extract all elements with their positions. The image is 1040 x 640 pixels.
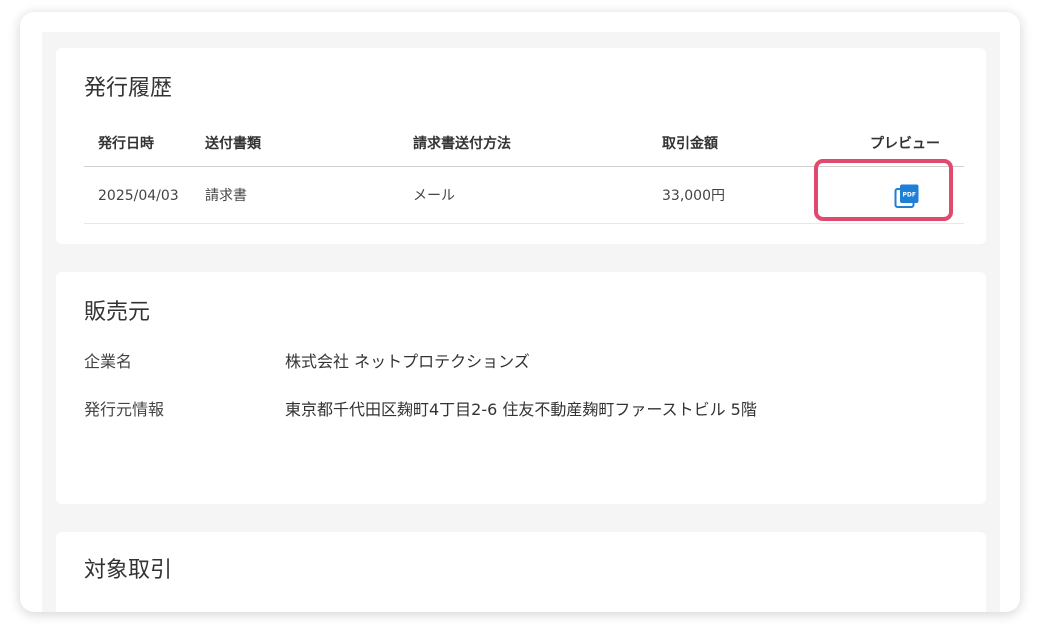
pdf-icon: PDF (894, 184, 919, 208)
window-frame: 発行履歴 発行日時 送付書類 請求書送付方法 取引金額 プレビュー 2025/0… (20, 12, 1020, 612)
cell-amount: 33,000円 (662, 188, 725, 204)
col-header-amount: 取引金額 (662, 136, 718, 152)
company-label: 企業名 (84, 352, 133, 371)
cell-date: 2025/04/03 (98, 188, 179, 204)
svg-text:PDF: PDF (902, 191, 915, 198)
history-table: 発行日時 送付書類 請求書送付方法 取引金額 プレビュー 2025/04/03 … (84, 128, 964, 224)
seller-card: 販売元 企業名 株式会社 ネットプロテクションズ 発行元情報 東京都千代田区麹町… (56, 272, 986, 504)
section-title-target: 対象取引 (84, 558, 173, 583)
table-header: 発行日時 送付書類 請求書送付方法 取引金額 プレビュー (84, 128, 964, 167)
col-header-method: 請求書送付方法 (413, 136, 511, 152)
col-header-preview: プレビュー (870, 136, 940, 152)
issuer-value: 東京都千代田区麹町4丁目2-6 住友不動産麹町ファーストビル 5階 (285, 400, 757, 419)
company-value: 株式会社 ネットプロテクションズ (285, 352, 530, 371)
target-transaction-card: 対象取引 (56, 532, 986, 612)
content-area: 発行履歴 発行日時 送付書類 請求書送付方法 取引金額 プレビュー 2025/0… (42, 32, 1000, 612)
issuer-label: 発行元情報 (84, 400, 165, 419)
issue-history-card: 発行履歴 発行日時 送付書類 請求書送付方法 取引金額 プレビュー 2025/0… (56, 48, 986, 244)
cell-document: 請求書 (205, 188, 247, 204)
table-row: 2025/04/03 請求書 メール 33,000円 PDF (84, 167, 964, 224)
cell-method: メール (413, 188, 455, 204)
col-header-document: 送付書類 (205, 136, 261, 152)
pdf-preview-button[interactable]: PDF (894, 183, 920, 209)
section-title-seller: 販売元 (84, 300, 151, 325)
col-header-date: 発行日時 (98, 136, 154, 152)
section-title-history: 発行履歴 (84, 76, 173, 101)
